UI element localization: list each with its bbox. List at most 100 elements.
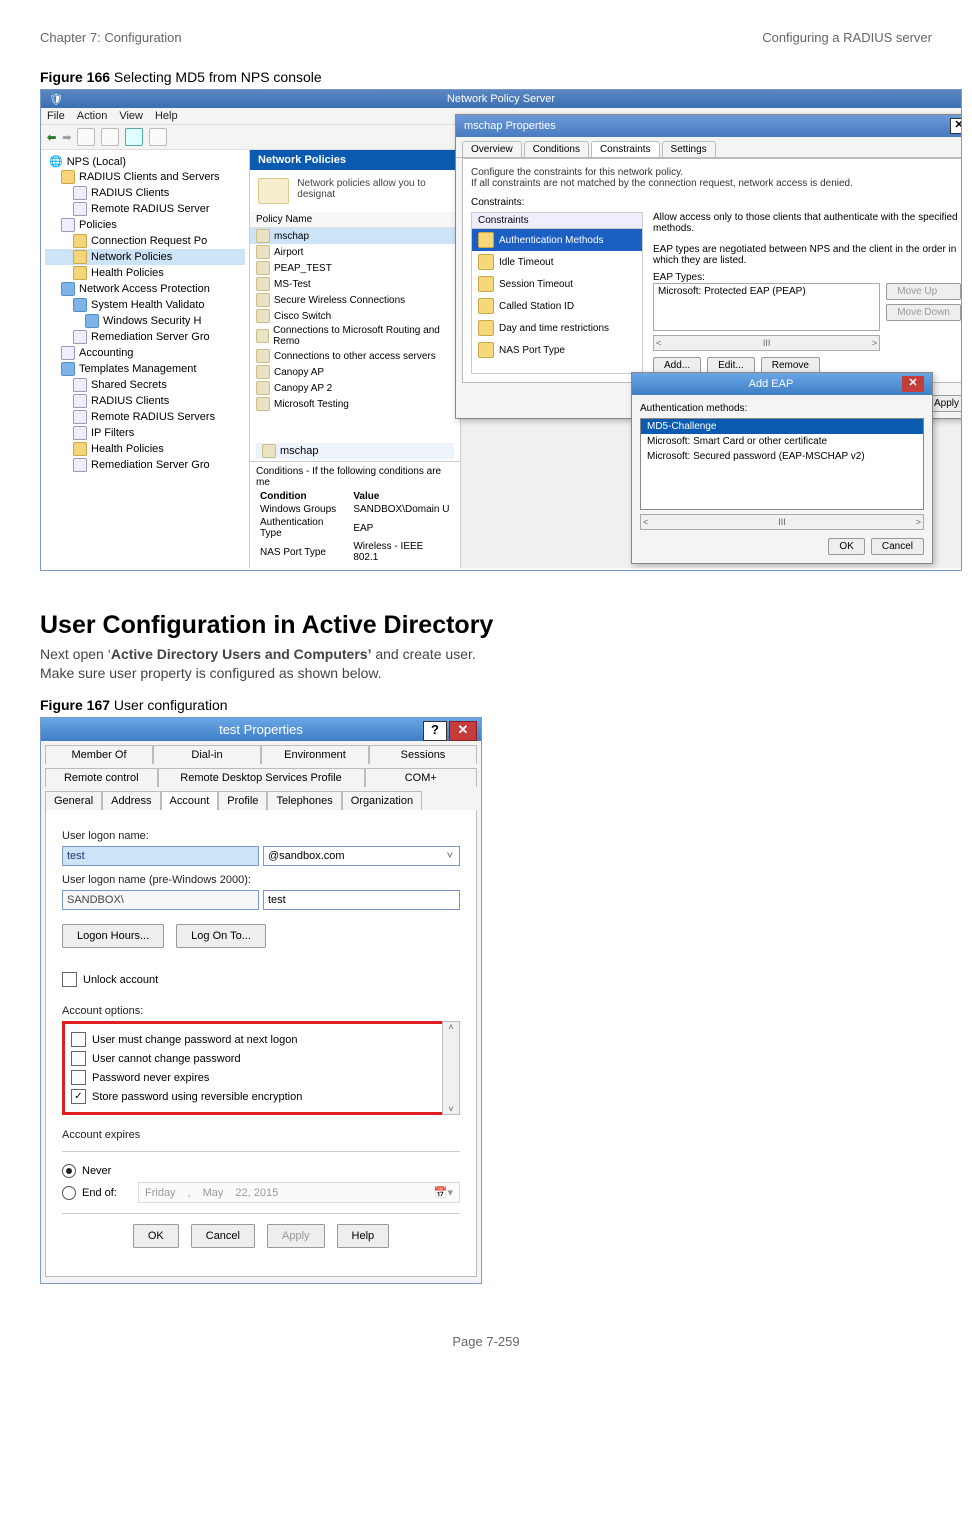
auth-methods-list[interactable]: MD5-Challenge Microsoft: Smart Card or o… [640,418,924,510]
tab-member-of[interactable]: Member Of [45,745,153,764]
tree-item[interactable]: Remote RADIUS Servers [45,409,245,425]
tab-constraints[interactable]: Constraints [591,141,660,157]
unlock-account-checkbox[interactable] [62,972,77,987]
tab-remote-control[interactable]: Remote control [45,768,158,787]
eap-hscroll[interactable]: <III> [653,335,880,351]
opt-checkbox[interactable] [71,1032,86,1047]
tab-com-plus[interactable]: COM+ [365,768,478,787]
forward-icon[interactable]: ➡ [62,131,71,144]
tree-item[interactable]: Health Policies [45,441,245,457]
auth-method-mschap[interactable]: Microsoft: Secured password (EAP-MSCHAP … [641,449,923,464]
back-icon[interactable]: ⬅ [47,131,56,144]
tab-environment[interactable]: Environment [261,745,369,764]
tab-sessions[interactable]: Sessions [369,745,477,764]
auth-method-md5[interactable]: MD5-Challenge [641,419,923,434]
end-of-date-picker[interactable]: Friday , May 22, 2015 📅▾ [138,1182,460,1203]
menu-file[interactable]: File [47,110,65,122]
never-radio[interactable] [62,1164,76,1178]
policy-item[interactable]: Microsoft Testing [250,396,460,412]
logon-hours-button[interactable]: Logon Hours... [62,924,164,948]
menu-view[interactable]: View [119,110,143,122]
tree-item[interactable]: Windows Security H [45,313,245,329]
constraint-called-station[interactable]: Called Station ID [472,295,642,317]
tree-item-network-policies[interactable]: Network Policies [45,249,245,265]
tab-address[interactable]: Address [102,791,160,810]
policy-item[interactable]: Airport [250,244,460,260]
constraint-day-time[interactable]: Day and time restrictions [472,317,642,339]
tab-profile[interactable]: Profile [218,791,267,810]
policy-item[interactable]: Cisco Switch [250,308,460,324]
tab-dial-in[interactable]: Dial-in [153,745,261,764]
policy-item[interactable]: Canopy AP [250,364,460,380]
tree-item[interactable]: Accounting [45,345,245,361]
close-icon[interactable]: ✕ [449,721,477,741]
logon-to-button[interactable]: Log On To... [176,924,266,948]
tab-conditions[interactable]: Conditions [524,141,589,157]
policy-item[interactable]: Connections to Microsoft Routing and Rem… [250,324,460,348]
tree-item[interactable]: IP Filters [45,425,245,441]
constraint-session-timeout[interactable]: Session Timeout [472,273,642,295]
tab-organization[interactable]: Organization [342,791,422,810]
tree-item[interactable]: Network Access Protection [45,281,245,297]
help-button[interactable]: Help [337,1224,390,1248]
policy-item-mschap[interactable]: mschap [250,228,460,244]
logon-name-input[interactable]: test [62,846,259,866]
tab-general[interactable]: General [45,791,102,810]
move-down-button[interactable]: Move Down [886,304,961,321]
tab-rd-services-profile[interactable]: Remote Desktop Services Profile [158,768,365,787]
tree-item[interactable]: RADIUS Clients [45,185,245,201]
auth-method-smartcard[interactable]: Microsoft: Smart Card or other certifica… [641,434,923,449]
eap-types-list[interactable]: Microsoft: Protected EAP (PEAP) [653,283,880,331]
tree-item[interactable]: Remote RADIUS Server [45,201,245,217]
opt-checkbox[interactable] [71,1070,86,1085]
opt-checkbox[interactable]: ✓ [71,1089,86,1104]
tree-item[interactable]: System Health Validato [45,297,245,313]
ok-button[interactable]: OK [133,1224,179,1248]
opt-checkbox[interactable] [71,1051,86,1066]
cancel-button[interactable]: Cancel [871,538,924,555]
menu-help[interactable]: Help [155,110,178,122]
menu-action[interactable]: Action [77,110,108,122]
close-icon[interactable]: ✕ [902,376,924,392]
logon-domain-dropdown[interactable]: @sandbox.com [263,846,460,866]
toolbar-icon-2[interactable] [101,128,119,146]
policy-item[interactable]: PEAP_TEST [250,260,460,276]
toolbar-icon-3[interactable] [149,128,167,146]
constraint-auth-methods[interactable]: Authentication Methods [472,229,642,251]
tree-item[interactable]: Health Policies [45,265,245,281]
tab-overview[interactable]: Overview [462,141,522,157]
tree-item[interactable]: Shared Secrets [45,377,245,393]
tree-item[interactable]: RADIUS Clients [45,393,245,409]
policy-item[interactable]: MS-Test [250,276,460,292]
pre2000-user-input[interactable]: test [263,890,460,910]
tree-item[interactable]: Policies [45,217,245,233]
close-icon[interactable]: ✕ [950,118,962,134]
policy-item[interactable]: Canopy AP 2 [250,380,460,396]
addeap-hscroll[interactable]: <III> [640,514,924,530]
tree-root[interactable]: 🌐NPS (Local) [45,154,245,169]
options-scrollbar[interactable]: ˄˅ [442,1021,460,1115]
tree-item[interactable]: Remediation Server Gro [45,457,245,473]
eap-type-item[interactable]: Microsoft: Protected EAP (PEAP) [658,286,875,297]
toolbar-icon-1[interactable] [77,128,95,146]
tab-telephones[interactable]: Telephones [267,791,341,810]
help-icon[interactable] [125,128,143,146]
pre2000-domain-input[interactable]: SANDBOX\ [62,890,259,910]
apply-button[interactable]: Apply [267,1224,325,1248]
tree-item[interactable]: Remediation Server Gro [45,329,245,345]
policy-item[interactable]: Connections to other access servers [250,348,460,364]
tree-item[interactable]: Templates Management [45,361,245,377]
policy-item[interactable]: Secure Wireless Connections [250,292,460,308]
constraint-nas-port[interactable]: NAS Port Type [472,339,642,361]
ok-button[interactable]: OK [828,538,864,555]
end-of-radio[interactable] [62,1186,76,1200]
cancel-button[interactable]: Cancel [191,1224,255,1248]
tab-account[interactable]: Account [161,791,219,810]
tree-item[interactable]: RADIUS Clients and Servers [45,169,245,185]
tree-item[interactable]: Connection Request Po [45,233,245,249]
move-up-button[interactable]: Move Up [886,283,961,300]
selected-policy-pill[interactable]: mschap [256,443,454,459]
help-icon[interactable]: ? [423,721,447,741]
constraint-idle-timeout[interactable]: Idle Timeout [472,251,642,273]
tab-settings[interactable]: Settings [662,141,716,157]
